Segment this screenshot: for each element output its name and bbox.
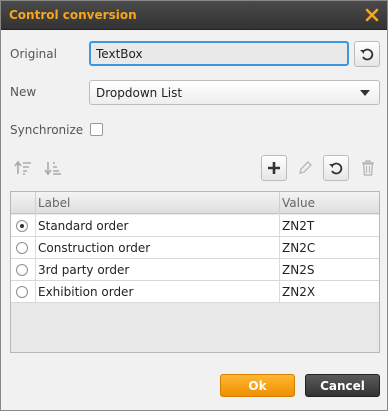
delete-item-button[interactable] bbox=[355, 155, 381, 181]
row-value: ZN2T bbox=[282, 219, 315, 233]
plus-icon bbox=[268, 162, 280, 174]
synchronize-label: Synchronize bbox=[10, 123, 84, 137]
close-icon[interactable] bbox=[365, 8, 379, 22]
row-value: ZN2S bbox=[282, 263, 315, 277]
options-grid: Label Value Standard order ZN2T Construc… bbox=[10, 191, 380, 353]
table-row[interactable]: 3rd party order ZN2S bbox=[11, 259, 379, 281]
ok-button[interactable]: Ok bbox=[220, 374, 295, 397]
row-label: 3rd party order bbox=[38, 263, 130, 277]
undo-icon bbox=[329, 162, 343, 175]
move-up-icon bbox=[14, 160, 31, 175]
undo-button[interactable] bbox=[323, 155, 349, 181]
dialog-title: Control conversion bbox=[9, 8, 137, 22]
cancel-button[interactable]: Cancel bbox=[305, 374, 380, 397]
row-radio[interactable] bbox=[16, 264, 28, 276]
column-header-label[interactable]: Label bbox=[38, 196, 70, 210]
move-down-button[interactable] bbox=[40, 155, 66, 181]
row-value: ZN2X bbox=[282, 285, 316, 299]
pencil-icon bbox=[299, 161, 312, 174]
add-item-button[interactable] bbox=[261, 155, 287, 181]
revert-original-button[interactable] bbox=[354, 41, 380, 67]
row-radio[interactable] bbox=[16, 220, 28, 232]
new-type-select[interactable]: Dropdown List bbox=[89, 80, 380, 105]
row-label: Exhibition order bbox=[38, 285, 134, 299]
table-row[interactable]: Standard order ZN2T bbox=[11, 215, 379, 237]
original-label: Original bbox=[10, 47, 57, 61]
move-up-button[interactable] bbox=[10, 155, 36, 181]
move-down-icon bbox=[44, 162, 61, 176]
grid-header: Label Value bbox=[11, 192, 379, 214]
row-label: Standard order bbox=[38, 219, 129, 233]
trash-icon bbox=[362, 160, 374, 176]
row-value: ZN2C bbox=[282, 241, 316, 255]
synchronize-checkbox[interactable] bbox=[90, 123, 103, 136]
undo-icon bbox=[360, 48, 374, 61]
chevron-down-icon bbox=[360, 90, 370, 96]
column-header-value[interactable]: Value bbox=[282, 196, 315, 210]
new-type-value: Dropdown List bbox=[96, 86, 183, 100]
table-row[interactable]: Construction order ZN2C bbox=[11, 237, 379, 259]
title-bar: Control conversion bbox=[1, 1, 387, 30]
row-label: Construction order bbox=[38, 241, 151, 255]
row-radio[interactable] bbox=[16, 242, 28, 254]
original-field[interactable]: TextBox bbox=[89, 41, 349, 66]
row-radio[interactable] bbox=[16, 286, 28, 298]
new-label: New bbox=[10, 85, 37, 99]
control-conversion-dialog: Control conversion Original TextBox New … bbox=[0, 0, 388, 411]
edit-item-button[interactable] bbox=[292, 155, 318, 181]
table-row[interactable]: Exhibition order ZN2X bbox=[11, 281, 379, 303]
